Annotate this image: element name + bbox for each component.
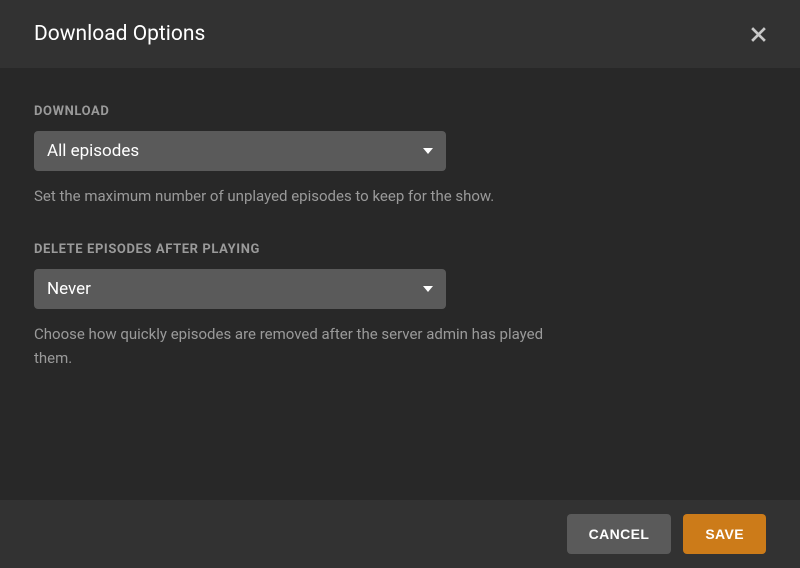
dialog-body: DOWNLOAD All episodes Set the maximum nu… <box>0 68 800 500</box>
close-icon[interactable] <box>748 24 768 44</box>
download-select-value: All episodes <box>47 141 139 161</box>
download-options-dialog: Download Options DOWNLOAD All episodes S… <box>0 0 800 568</box>
download-field-group: DOWNLOAD All episodes Set the maximum nu… <box>34 104 766 208</box>
dialog-header: Download Options <box>0 0 800 68</box>
caret-down-icon <box>423 286 433 292</box>
dialog-title: Download Options <box>34 22 205 46</box>
cancel-button[interactable]: CANCEL <box>567 514 672 554</box>
save-button[interactable]: SAVE <box>683 514 766 554</box>
delete-after-playing-select-value: Never <box>47 279 91 299</box>
dialog-footer: CANCEL SAVE <box>0 500 800 568</box>
caret-down-icon <box>423 148 433 154</box>
delete-after-playing-select[interactable]: Never <box>34 269 446 309</box>
download-field-help: Set the maximum number of unplayed episo… <box>34 185 574 208</box>
delete-after-playing-field-help: Choose how quickly episodes are removed … <box>34 323 574 370</box>
delete-after-playing-field-label: DELETE EPISODES AFTER PLAYING <box>34 242 766 257</box>
download-field-label: DOWNLOAD <box>34 104 766 119</box>
delete-after-playing-field-group: DELETE EPISODES AFTER PLAYING Never Choo… <box>34 242 766 370</box>
download-select[interactable]: All episodes <box>34 131 446 171</box>
